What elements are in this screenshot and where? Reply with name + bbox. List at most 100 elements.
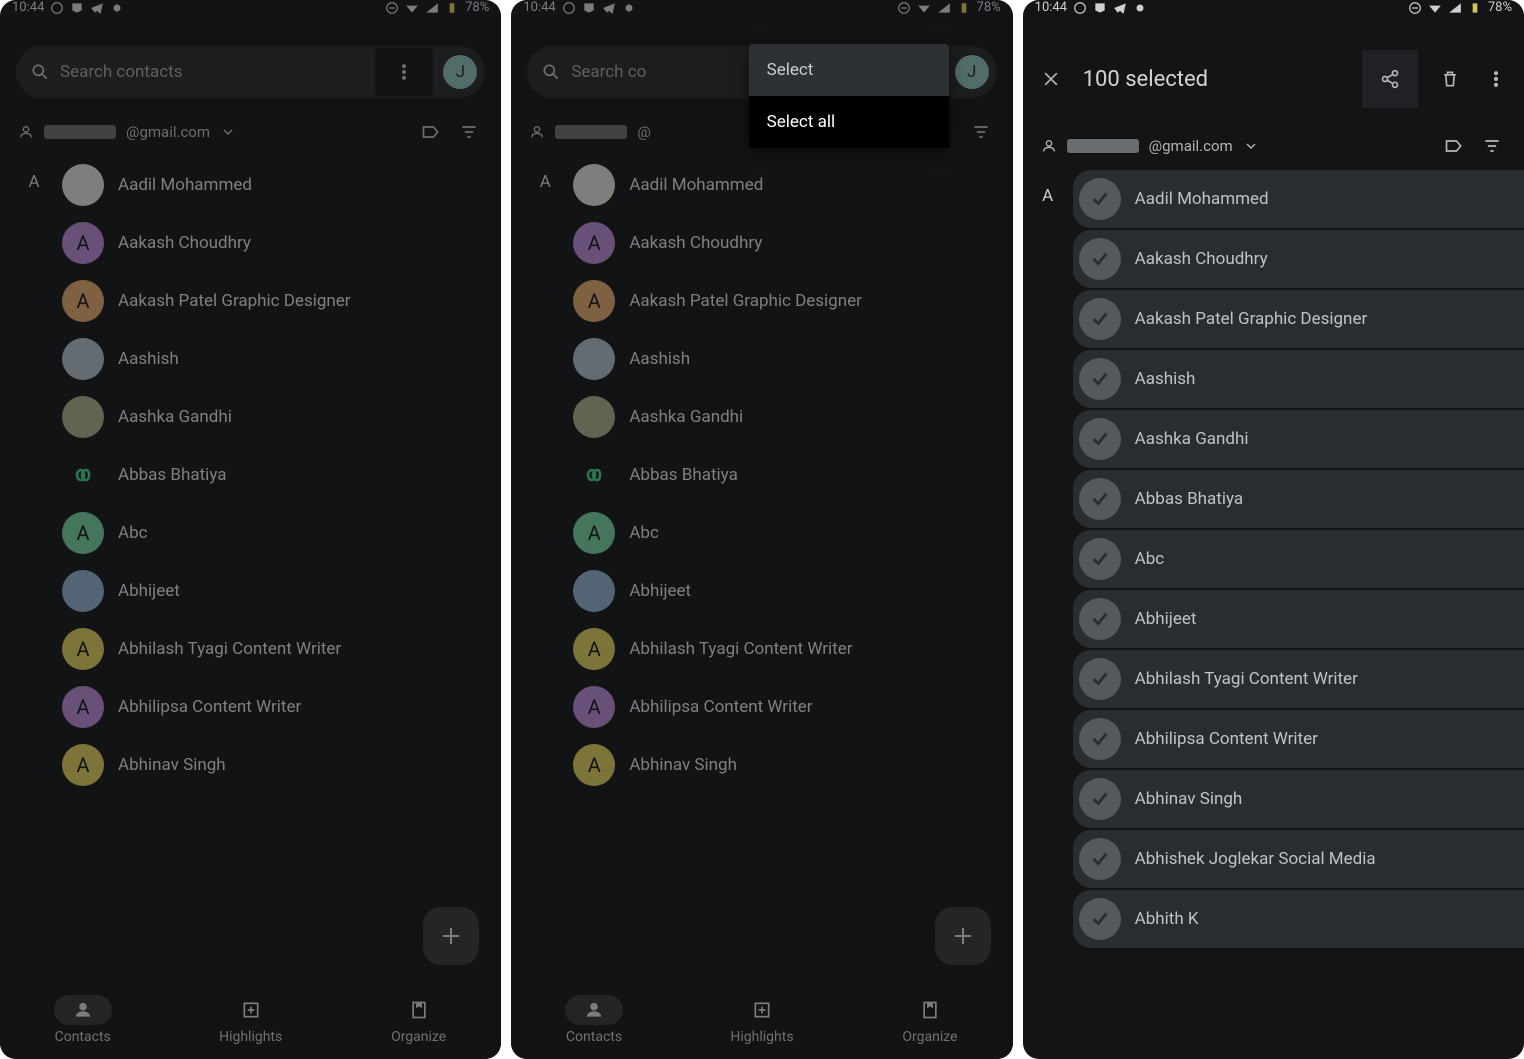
filter-button[interactable] <box>1478 132 1506 160</box>
nav-contacts[interactable]: Contacts <box>54 995 112 1045</box>
contact-item[interactable]: AAbc <box>62 504 501 562</box>
contact-item[interactable]: Aashka Gandhi <box>573 388 1012 446</box>
selected-contact-item[interactable]: Abhinav Singh <box>1073 770 1524 828</box>
contact-item[interactable]: AAbhilipsa Content Writer <box>62 678 501 736</box>
selected-contacts-list[interactable]: A Aadil MohammedAakash ChoudhryAakash Pa… <box>1023 170 1524 1059</box>
share-button[interactable] <box>1362 50 1418 108</box>
battery-icon <box>445 1 459 15</box>
check-icon <box>1089 308 1111 330</box>
contact-avatar <box>62 570 104 612</box>
contact-avatar: A <box>62 280 104 322</box>
contact-item[interactable]: Abhijeet <box>573 562 1012 620</box>
contact-name: Abhilipsa Content Writer <box>118 697 301 717</box>
contact-item[interactable]: Aashka Gandhi <box>62 388 501 446</box>
label-button[interactable] <box>1440 132 1468 160</box>
selected-contact-item[interactable]: Abhishek Joglekar Social Media <box>1073 830 1524 888</box>
telegram-icon <box>90 1 104 15</box>
phone-3: 10:44 78% 100 selected <box>1023 0 1524 1059</box>
dot-icon <box>110 1 124 15</box>
check-icon <box>1089 488 1111 510</box>
contact-name: Abhijeet <box>629 581 691 601</box>
nav-contacts[interactable]: Contacts <box>565 995 623 1045</box>
contact-avatar <box>62 454 104 496</box>
contact-name: Abhinav Singh <box>629 755 737 775</box>
filter-button[interactable] <box>455 118 483 146</box>
add-contact-fab[interactable] <box>935 907 991 965</box>
nav-organize[interactable]: Organize <box>390 995 448 1045</box>
contact-item[interactable]: AAbhilash Tyagi Content Writer <box>573 620 1012 678</box>
account-row[interactable]: @gmail.com <box>1023 126 1524 170</box>
contact-item[interactable]: AAakash Choudhry <box>62 214 501 272</box>
account-row[interactable]: @gmail.com <box>0 112 501 156</box>
check-icon <box>1089 908 1111 930</box>
close-icon <box>1041 69 1061 89</box>
contact-item[interactable]: AAakash Patel Graphic Designer <box>573 272 1012 330</box>
label-icon <box>421 122 441 142</box>
selected-contact-item[interactable]: Abhilash Tyagi Content Writer <box>1073 650 1524 708</box>
selected-contact-item[interactable]: Abbas Bhatiya <box>1073 470 1524 528</box>
nav-organize[interactable]: Organize <box>901 995 959 1045</box>
notification-icon <box>582 1 596 15</box>
selected-contact-item[interactable]: Abhith K <box>1073 890 1524 948</box>
contact-avatar: A <box>62 512 104 554</box>
nav-highlights[interactable]: Highlights <box>219 995 282 1045</box>
profile-avatar[interactable]: J <box>955 55 989 89</box>
search-bar[interactable]: Search contacts J <box>16 46 485 98</box>
check-icon <box>1089 368 1111 390</box>
contact-item[interactable]: AAbhinav Singh <box>62 736 501 794</box>
contact-name: Aashish <box>629 349 690 369</box>
selected-contact-item[interactable]: Aashish <box>1073 350 1524 408</box>
signal-icon <box>425 1 439 15</box>
check-icon <box>1089 548 1111 570</box>
battery-icon <box>1468 1 1482 15</box>
contact-item[interactable]: A Abhinav Singh <box>573 736 1012 794</box>
wifi-icon <box>917 1 931 15</box>
menu-select-all[interactable]: Select all <box>749 96 949 148</box>
nav-highlights[interactable]: Highlights <box>730 995 793 1045</box>
check-icon <box>1089 248 1111 270</box>
filter-button[interactable] <box>967 118 995 146</box>
email-redacted <box>44 125 116 139</box>
contact-item[interactable]: Aadil Mohammed <box>573 156 1012 214</box>
contact-item[interactable]: A Aakash Patel Graphic Designer <box>62 272 501 330</box>
contact-avatar: A <box>62 744 104 786</box>
contact-item[interactable]: AAbc <box>573 504 1012 562</box>
contact-item[interactable]: Aashish <box>573 330 1012 388</box>
phone-1: 10:44 78% Search contacts J @gmail.com <box>0 0 501 1059</box>
contact-item[interactable]: Abhijeet <box>62 562 501 620</box>
contact-name: Abhijeet <box>1135 609 1197 629</box>
contact-name: Aakash Patel Graphic Designer <box>629 291 862 311</box>
more-button[interactable] <box>1482 65 1510 93</box>
contact-item[interactable]: Aashish <box>62 330 501 388</box>
contact-item[interactable]: Aadil Mohammed <box>62 156 501 214</box>
close-selection-button[interactable] <box>1037 65 1065 93</box>
contact-avatar: A <box>62 222 104 264</box>
contact-item[interactable]: AAakash Choudhry <box>573 214 1012 272</box>
profile-avatar[interactable]: J <box>443 55 477 89</box>
menu-select[interactable]: Select <box>749 44 949 96</box>
contact-avatar: A <box>573 744 615 786</box>
more-menu-button[interactable] <box>375 48 433 96</box>
contact-item[interactable]: AAbhilipsa Content Writer <box>573 678 1012 736</box>
delete-button[interactable] <box>1436 65 1464 93</box>
contact-item[interactable]: Abbas Bhatiya <box>573 446 1012 504</box>
selected-contact-item[interactable]: Aakash Patel Graphic Designer <box>1073 290 1524 348</box>
person-icon <box>1041 138 1057 154</box>
selected-contact-item[interactable]: Abhijeet <box>1073 590 1524 648</box>
whatsapp-icon <box>562 1 576 15</box>
selected-contact-item[interactable]: Abc <box>1073 530 1524 588</box>
contact-item[interactable]: AAbhilash Tyagi Content Writer <box>62 620 501 678</box>
contact-name: Aakash Patel Graphic Designer <box>118 291 351 311</box>
contact-item[interactable]: Abbas Bhatiya <box>62 446 501 504</box>
selected-contact-item[interactable]: Aashka Gandhi <box>1073 410 1524 468</box>
selected-contact-item[interactable]: Aakash Choudhry <box>1073 230 1524 288</box>
contact-avatar: A <box>573 512 615 554</box>
selected-contact-item[interactable]: Aadil Mohammed <box>1073 170 1524 228</box>
contact-name: Abhilash Tyagi Content Writer <box>118 639 341 659</box>
add-contact-fab[interactable] <box>423 907 479 965</box>
label-button[interactable] <box>417 118 445 146</box>
contact-name: Abhith K <box>1135 909 1199 929</box>
selected-contact-item[interactable]: Abhilipsa Content Writer <box>1073 710 1524 768</box>
contact-avatar <box>573 454 615 496</box>
contact-name: Abhinav Singh <box>1135 789 1243 809</box>
